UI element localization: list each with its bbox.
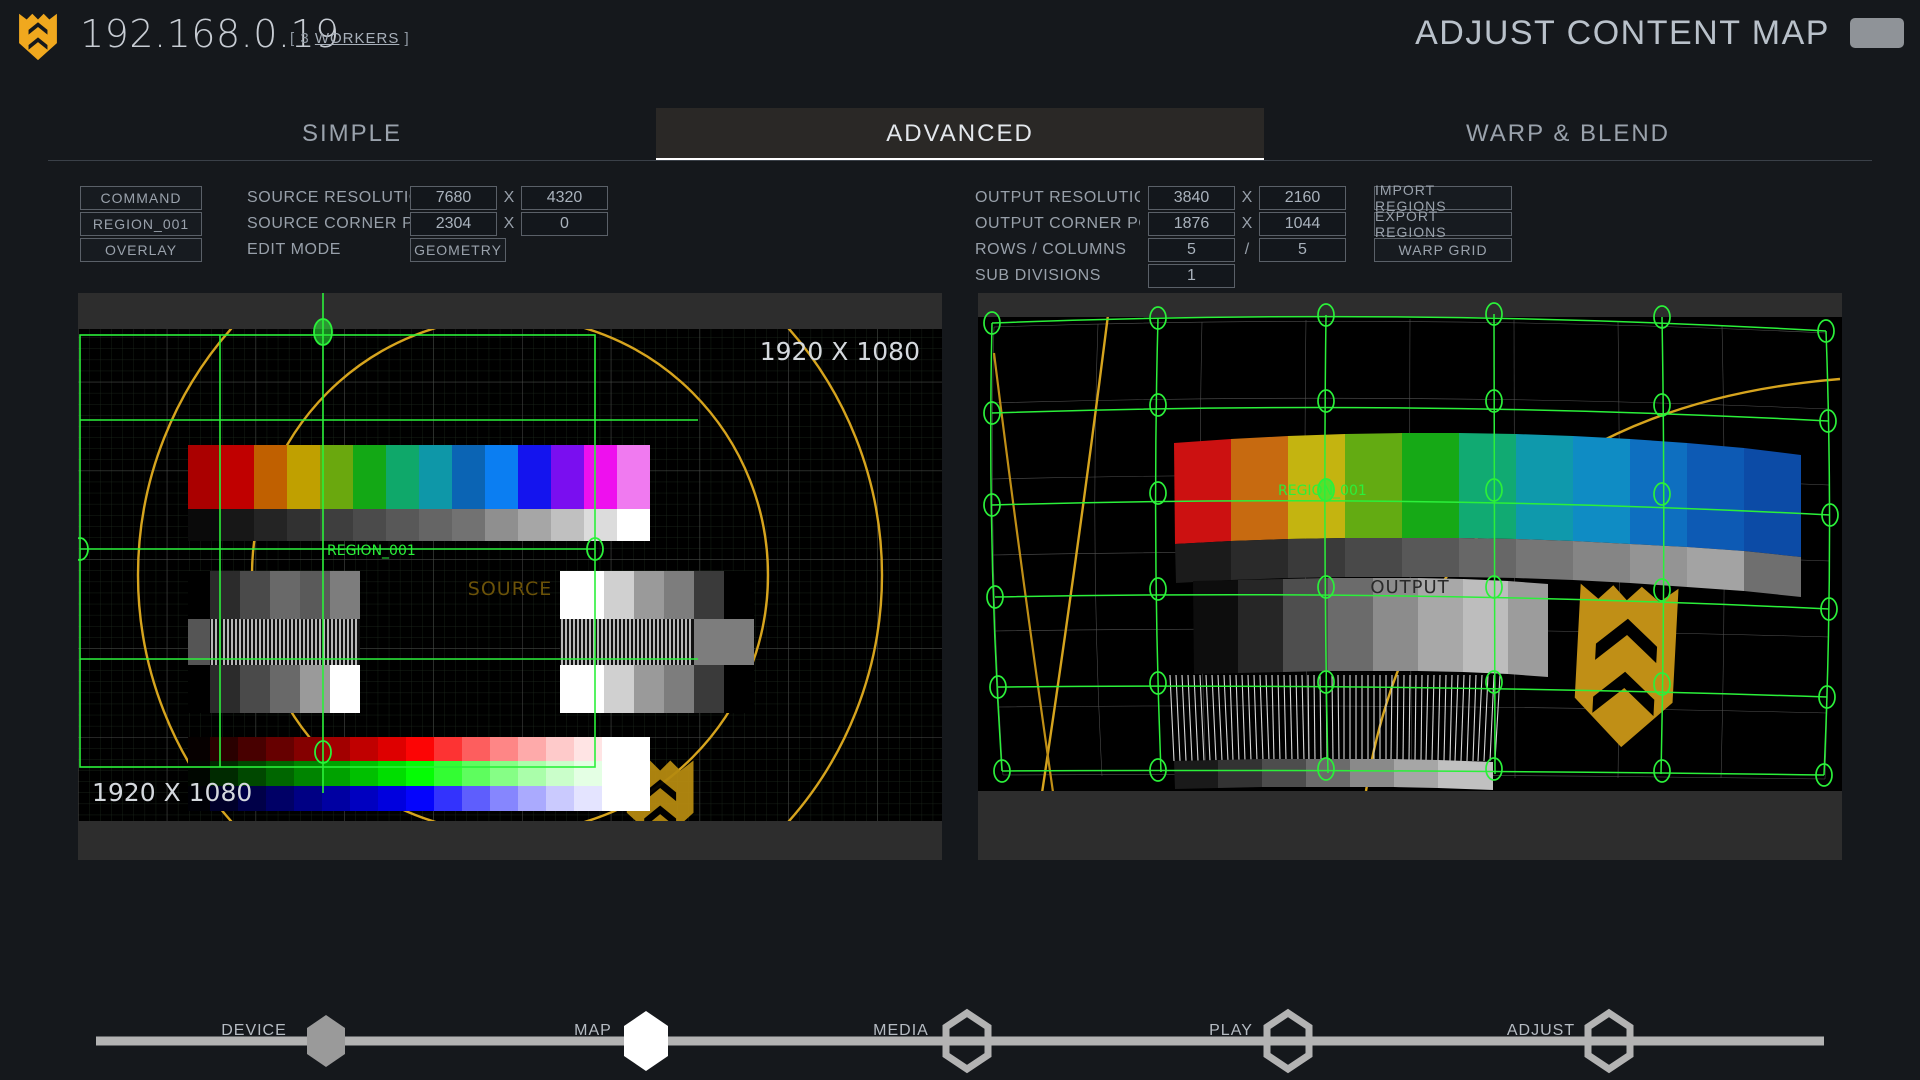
source-corner-pos-label: SOURCE CORNER POS' [247,215,417,232]
output-preview-canvas[interactable]: OUTPUT REGION_001 [978,293,1842,860]
command-button[interactable]: COMMAND [80,186,202,210]
workers-link[interactable]: WORKERS [315,30,400,47]
page-title: ADJUST CONTENT MAP [1415,14,1830,52]
rgb-gradient-bars [188,737,650,811]
output-resolution-label: OUTPUT RESOLUTION [975,189,1140,206]
source-region-label: REGION_001 [327,543,416,559]
export-regions-button[interactable]: EXPORT REGIONS [1374,208,1512,240]
stepper-label-map[interactable]: MAP [574,1022,612,1040]
source-preview-panel[interactable]: SOURCE REGION_001 1920 X 1080 1920 X 108… [78,293,942,860]
workers-info: [ 3 WORKERS ] [290,30,410,47]
source-resolution-bottom-left: 1920 X 1080 [92,778,252,807]
output-resolution-width[interactable]: 3840 [1148,186,1235,210]
output-watermark-text: OUTPUT [1370,577,1449,598]
tab-advanced[interactable]: ADVANCED [656,108,1264,161]
tab-simple[interactable]: SIMPLE [48,108,656,160]
app-header: 192.168.0.19 [ 3 WORKERS ] ADJUST CONTEN… [0,0,1920,72]
stepper-label-play[interactable]: PLAY [1209,1022,1253,1040]
tab-divider [48,160,1872,161]
color-bar-top [188,445,650,509]
warp-grid-button[interactable]: WARP GRID [1374,238,1512,262]
grey-ramp-top [188,509,650,541]
output-resolution-separator: X [1241,189,1253,206]
stepper-label-device[interactable]: DEVICE [221,1022,287,1040]
overlay-button[interactable]: OVERLAY [80,238,202,262]
source-resolution-width[interactable]: 7680 [410,186,497,210]
line-pattern-left [210,619,360,665]
output-corner-pos-separator: X [1241,215,1253,232]
stepper-label-media[interactable]: MEDIA [873,1022,929,1040]
output-corner-pos-x[interactable]: 1876 [1148,212,1235,236]
rows-columns-separator: / [1244,241,1250,258]
grey-blocks-right [560,571,754,713]
source-resolution-separator: X [503,189,515,206]
source-preview-canvas[interactable]: SOURCE REGION_001 1920 X 1080 1920 X 108… [78,293,942,860]
rows-field[interactable]: 5 [1148,238,1235,262]
source-watermark-text: SOURCE [468,578,552,600]
tab-warp-blend[interactable]: WARP & BLEND [1264,108,1872,160]
sub-divisions-label: SUB DIVISIONS [975,267,1102,284]
source-resolution-top-right: 1920 X 1080 [760,337,920,366]
stepper-node-map[interactable] [624,1011,668,1071]
output-resolution-height[interactable]: 2160 [1259,186,1346,210]
source-corner-pos-x[interactable]: 2304 [410,212,497,236]
sub-divisions-field[interactable]: 1 [1148,264,1235,288]
workers-suffix: ] [399,30,410,47]
source-resolution-height[interactable]: 4320 [521,186,608,210]
output-corner-pos-y[interactable]: 1044 [1259,212,1346,236]
source-resolution-label: SOURCE RESOLUTION [247,189,417,206]
workflow-stepper: DEVICE MAP MEDIA PLAY ADJUST [0,995,1920,1075]
columns-field[interactable]: 5 [1259,238,1346,262]
output-region-label: REGION_001 [1278,483,1367,499]
region-select-button[interactable]: REGION_001 [80,212,202,236]
output-corner-pos-label: OUTPUT CORNER POS' [975,215,1140,232]
edit-mode-select[interactable]: GEOMETRY [410,238,506,262]
stepper-node-device[interactable] [307,1015,345,1067]
import-regions-button[interactable]: IMPORT REGIONS [1374,182,1512,214]
rows-columns-label: ROWS / COLUMNS [975,241,1127,258]
source-corner-pos-separator: X [503,215,515,232]
edit-mode-label: EDIT MODE [247,241,342,258]
brand-shield-icon [14,10,62,62]
stepper-label-adjust[interactable]: ADJUST [1507,1022,1575,1040]
tab-bar: SIMPLE ADVANCED WARP & BLEND [48,108,1872,161]
output-preview-panel[interactable]: OUTPUT REGION_001 [978,293,1842,860]
source-corner-pos-y[interactable]: 0 [521,212,608,236]
toggle-switch[interactable] [1850,18,1904,48]
workers-prefix: [ 3 [290,30,315,47]
